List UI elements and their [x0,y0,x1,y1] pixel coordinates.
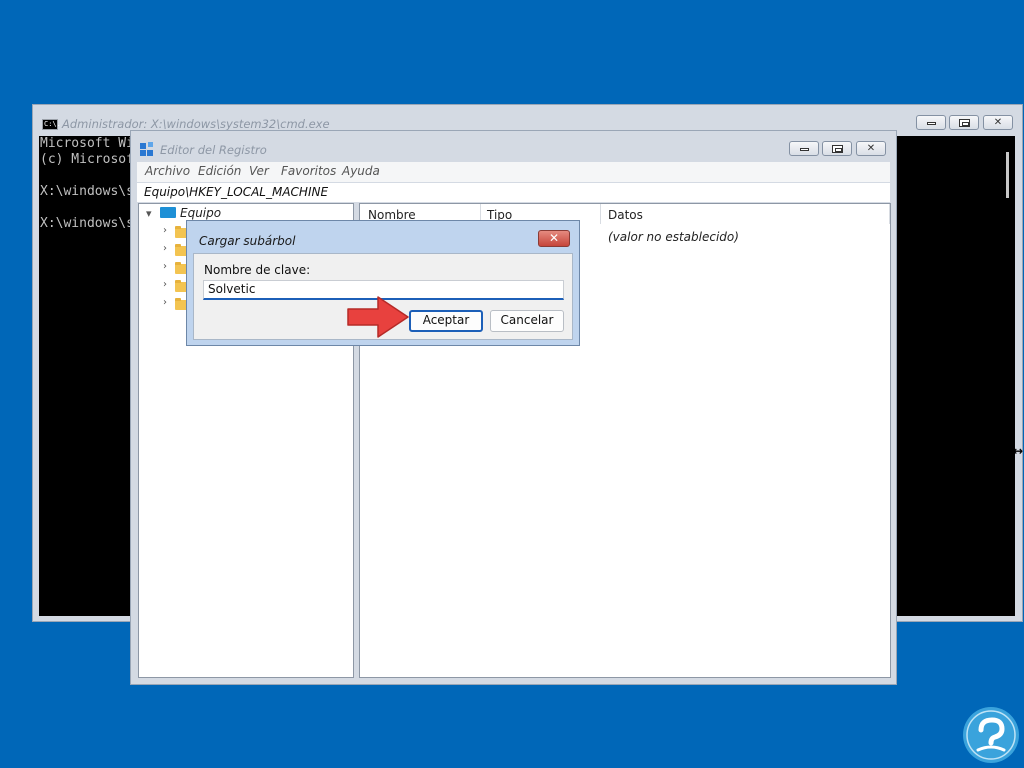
value-row-data[interactable]: (valor no establecido) [608,230,739,244]
regedit-window-title: Editor del Registro [160,143,267,157]
console-line: Microsoft Wi [40,136,134,151]
close-icon: ✕ [866,143,876,154]
close-icon: ✕ [993,117,1003,128]
menu-favoritos[interactable]: Favoritos [281,164,336,178]
arrow-pointer-icon [347,296,409,338]
regedit-window[interactable]: Editor del Registro ✕ Archivo Edición Ve… [130,130,897,685]
cmd-close-button[interactable]: ✕ [983,115,1013,130]
dialog-title: Cargar subárbol [199,234,296,248]
menu-edicion[interactable]: Edición [198,164,241,178]
cmd-window-title: Administrador: X:\windows\system32\cmd.e… [62,117,330,131]
cmd-scrollbar[interactable] [1001,136,1015,616]
address-path: Equipo\HKEY_LOCAL_MACHINE [144,185,329,199]
column-datos[interactable]: Datos [608,208,643,222]
menu-archivo[interactable]: Archivo [145,164,190,178]
cmd-minimize-button[interactable] [916,115,946,130]
console-line: X:\windows\s [40,216,134,231]
minimize-icon [927,122,936,125]
solvetic-logo-icon [963,707,1019,763]
regedit-maximize-button[interactable] [822,141,852,156]
chevron-right-icon[interactable]: › [163,243,167,254]
key-name-label: Nombre de clave: [204,263,311,277]
minimize-icon [800,148,809,151]
ok-button[interactable]: Aceptar [409,310,483,332]
menu-bar: Archivo Edición Ver Favoritos Ayuda [137,162,890,182]
chevron-right-icon[interactable]: › [163,279,167,290]
chevron-down-icon[interactable]: ▾ [146,207,152,220]
regedit-close-button[interactable]: ✕ [856,141,886,156]
chevron-right-icon[interactable]: › [163,261,167,272]
console-line: X:\windows\s [40,184,134,199]
chevron-right-icon[interactable]: › [163,225,167,236]
computer-icon [160,207,176,218]
console-line: (c) Microsof [40,152,134,167]
tree-root-equipo[interactable]: Equipo [180,206,221,220]
column-separator[interactable] [600,204,601,224]
address-bar[interactable]: Equipo\HKEY_LOCAL_MACHINE [137,183,890,202]
dialog-close-button[interactable]: ✕ [538,230,570,247]
menu-ayuda[interactable]: Ayuda [342,164,380,178]
resize-cursor-icon: ↔ [1013,444,1024,458]
chevron-right-icon[interactable]: › [163,297,167,308]
maximize-icon [959,119,970,127]
maximize-icon [832,145,843,153]
column-separator[interactable] [889,204,890,224]
regedit-app-icon [140,142,154,157]
cmd-maximize-button[interactable] [949,115,979,130]
regedit-minimize-button[interactable] [789,141,819,156]
cmd-scrollbar-thumb[interactable] [1006,152,1009,198]
cmd-app-icon: C:\. [42,119,61,130]
cancel-button[interactable]: Cancelar [490,310,564,332]
menu-ver[interactable]: Ver [249,164,269,178]
close-icon: ✕ [548,231,560,245]
